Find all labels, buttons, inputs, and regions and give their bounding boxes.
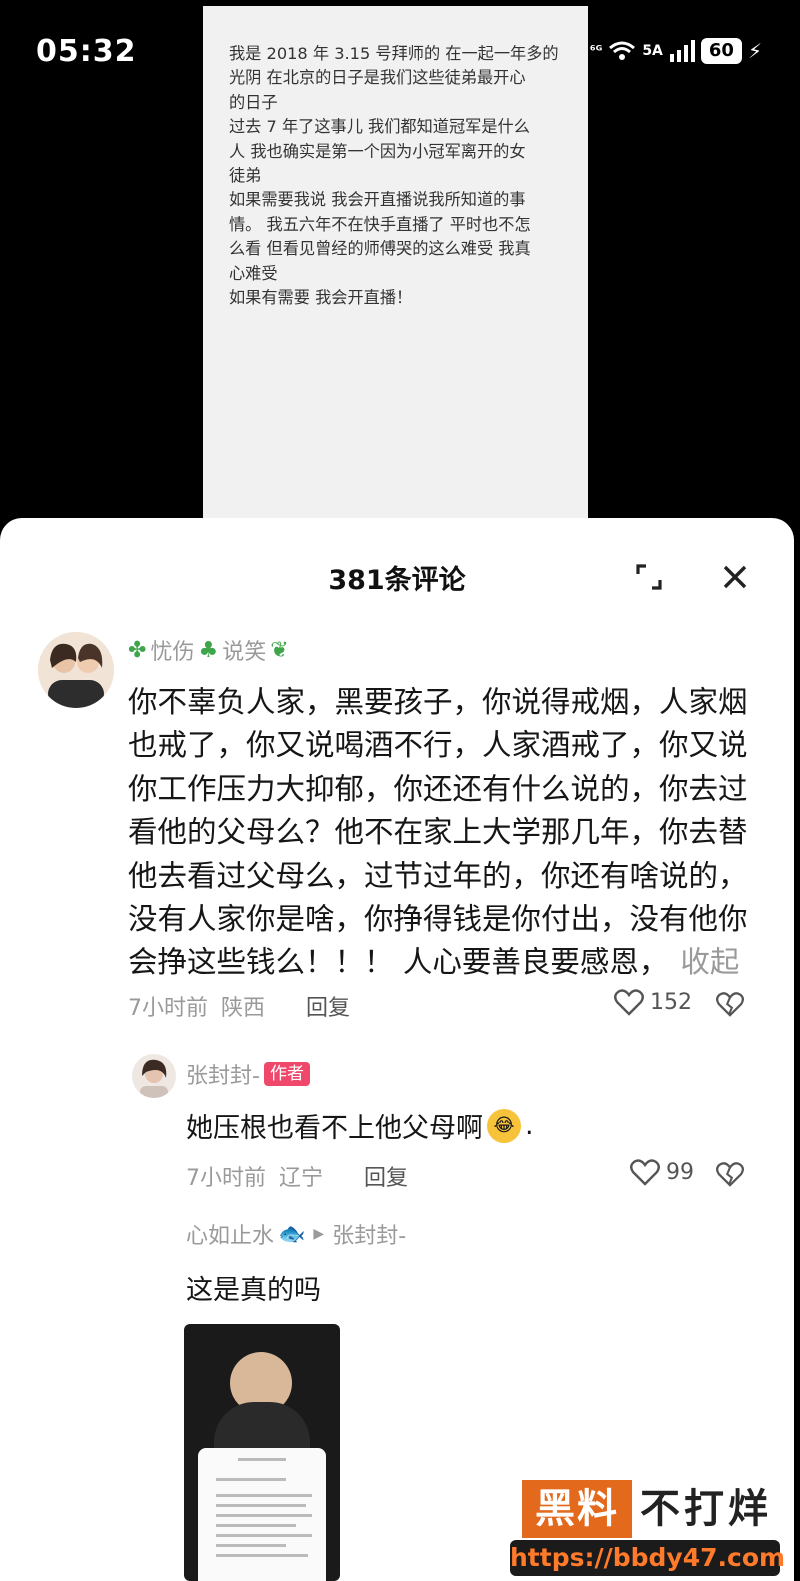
status-icons: ⁶ᴳ 5A 60 ⚡ [590, 38, 762, 64]
commenter-avatar[interactable] [38, 632, 114, 708]
reply-location: 辽宁 [279, 1166, 324, 1191]
like-button[interactable]: 152 [614, 988, 692, 1016]
attached-screenshot-thumbnail[interactable] [184, 1324, 340, 1581]
document-line: 如果有需要 我会开直播！ [229, 288, 413, 308]
reply-arrow-icon: ▶ [313, 1226, 325, 1242]
laughing-emoji-icon: 😂 [487, 1108, 521, 1143]
watermark-logo-box: 黑料 [522, 1480, 632, 1538]
comment-line: 没有人家你是啥，你挣得钱是你付出，没有他你 [128, 902, 748, 937]
thumbnail-line [216, 1494, 312, 1497]
network-label: 5A [642, 43, 663, 59]
thumbnail-line [238, 1458, 286, 1461]
cell-signal-icon [669, 40, 695, 62]
heart-icon [630, 1159, 660, 1186]
palm-tree-icon: ♣ [198, 637, 219, 663]
thumbnail-line [216, 1478, 286, 1481]
broken-heart-icon[interactable] [716, 1160, 744, 1188]
charging-icon: ⚡ [747, 39, 762, 63]
thumbnail-line [216, 1544, 286, 1547]
reply-like-button[interactable]: 99 [630, 1158, 694, 1186]
watermark-url: https://bbdy47.com [510, 1540, 785, 1576]
comments-header: 381条评论 [0, 518, 794, 638]
status-time: 05:32 [36, 34, 137, 69]
reply-meta: 7小时前 辽宁 [186, 1160, 323, 1192]
reply-button[interactable]: 回复 [306, 990, 350, 1022]
reply-like-count: 99 [666, 1159, 694, 1185]
author-badge: 作者 [263, 1062, 310, 1086]
expand-icon[interactable] [634, 562, 664, 592]
reply-username-row[interactable]: 张封封- 作者 [186, 1058, 310, 1090]
comment-line: 看他的父母么？他不在家上大学那几年，你去替 [128, 815, 748, 850]
heart-icon [614, 989, 644, 1016]
thumbnail-line [216, 1514, 312, 1517]
document-line: 光阴 在北京的日子是我们这些徒弟最开心 [229, 68, 526, 88]
document-line: 心难受 [229, 263, 278, 283]
document-line: 徒弟 [229, 166, 262, 186]
watermark-slogan: 不打烊 [640, 1486, 772, 1532]
reply-body: 她压根也看不上他父母啊 😂 . [186, 1106, 534, 1145]
comment-line: 你工作压力大抑郁，你还还有什么说的，你去过 [128, 771, 748, 806]
comment-line: 会挣这些钱么！！！ 人心要善良要感恩， 收起 [128, 941, 748, 984]
thumbnail-line [216, 1554, 308, 1557]
document-image: 我是 2018 年 3.15 号拜师的 在一起一年多的 光阴 在北京的日子是我们… [203, 6, 588, 520]
site-watermark: 黑料 不打烊 https://bbdy47.com [510, 1480, 785, 1581]
document-line: 人 我也确实是第一个因为小冠军离开的女 [229, 141, 526, 161]
comment-body: 你不辜负人家，黑要孩子，你说得戒烟，人家烟 也戒了，你又说喝酒不行，人家酒戒了，… [128, 681, 748, 985]
thumbnail-line [216, 1504, 306, 1507]
nested-reply-text: 这是真的吗 [186, 1275, 321, 1306]
comment-meta: 7小时前 陕西 [128, 990, 265, 1022]
comment-line: 也戒了，你又说喝酒不行，人家酒戒了，你又说 [128, 728, 748, 763]
thumbnail-line [216, 1534, 312, 1537]
nested-reply-header[interactable]: 心如止水 🐟 ▶ 张封封- [186, 1218, 406, 1250]
comment-time: 7小时前 [128, 996, 208, 1021]
like-count: 152 [650, 989, 692, 1015]
document-text: 我是 2018 年 3.15 号拜师的 在一起一年多的 光阴 在北京的日子是我们… [229, 42, 569, 310]
username-part: 说笑 [222, 640, 267, 665]
battery-icon: 60 [700, 38, 742, 64]
comment-line: 他去看过父母么，过节过年的，你还有啥说的， [128, 858, 748, 893]
comment-line: 你不辜负人家，黑要孩子，你说得戒烟，人家烟 [128, 685, 748, 719]
document-line: 的日子 [229, 92, 278, 112]
clover-icon: ✤ [128, 637, 147, 663]
fish-icon: 🐟 [278, 1221, 306, 1247]
leaf-icon: ❦ [270, 637, 289, 663]
reply-username: 张封封- [186, 1064, 260, 1089]
nested-reply-body: 这是真的吗 [186, 1268, 321, 1307]
reply-time: 7小时前 [186, 1166, 266, 1191]
reply-text: 她压根也看不上他父母啊 [186, 1113, 483, 1144]
wifi-icon [609, 41, 636, 60]
comments-sheet: 381条评论 ✤ 忧伤 ♣ 说笑 ❦ 你不辜负人家，黑要孩子，你说得戒烟，人家烟… [0, 518, 794, 1581]
username-part: 忧伤 [150, 640, 195, 665]
nested-reply-from: 心如止水 [186, 1224, 275, 1249]
document-line: 我是 2018 年 3.15 号拜师的 在一起一年多的 [229, 44, 559, 63]
collapse-link[interactable]: 收起 [680, 945, 739, 979]
broken-heart-icon[interactable] [716, 990, 744, 1018]
document-line: 如果需要我说 我会开直播说我所知道的事 [229, 190, 526, 210]
reply-to-reply-button[interactable]: 回复 [364, 1160, 408, 1192]
thumbnail-sheet [198, 1448, 326, 1581]
close-icon[interactable] [720, 562, 750, 592]
thumbnail-line [216, 1524, 296, 1527]
document-line: 么看 但看见曾经的师傅哭的这么难受 我真 [229, 239, 531, 259]
nested-reply-to: 张封封- [332, 1224, 407, 1249]
document-line: 过去 7 年了这事儿 我们都知道冠军是什么 [229, 117, 530, 137]
signal-icon: ⁶ᴳ [589, 43, 603, 59]
commenter-username[interactable]: ✤ 忧伤 ♣ 说笑 ❦ [128, 634, 289, 666]
document-line: 情。 我五六年不在快手直播了 平时也不怎 [229, 214, 531, 234]
reply-avatar[interactable] [132, 1054, 176, 1098]
comment-location: 陕西 [221, 996, 266, 1021]
comments-count-title: 381条评论 [328, 565, 466, 596]
comment-last-line: 会挣这些钱么！！！ 人心要善良要感恩， [128, 945, 669, 980]
reply-text-suffix: . [525, 1110, 534, 1141]
